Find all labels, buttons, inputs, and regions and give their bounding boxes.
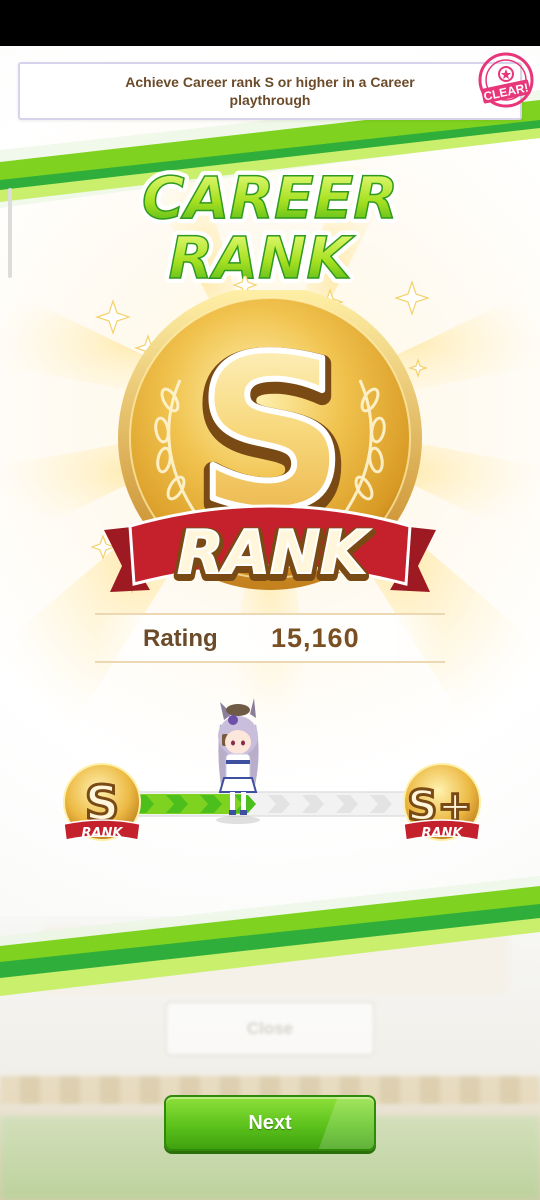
rating-value: 15,160 — [271, 623, 360, 653]
bottom-stripes — [0, 876, 540, 996]
status-bar — [0, 0, 540, 46]
rating-row: Rating 15,160 — [95, 613, 445, 663]
next-rank-label: RANK — [421, 826, 463, 841]
mission-banner: Achieve Career rank S or higher in a Car… — [18, 62, 522, 120]
clear-stamp-icon: CLEAR! — [478, 52, 534, 108]
progress-chevrons — [132, 795, 426, 813]
current-rank-badge: S RANK — [63, 763, 141, 841]
next-button[interactable]: Next — [164, 1095, 376, 1151]
scroll-indicator — [8, 188, 12, 278]
rating-label: Rating — [143, 625, 218, 652]
s-rank-medal: S S RANK RANK — [104, 290, 436, 596]
ribbon-label: RANK — [177, 518, 371, 588]
rank-progress: S RANK S+ RANK — [63, 698, 481, 841]
next-rank-badge: S+ RANK — [403, 763, 481, 841]
career-rank-title: CAREER CAREER RANK RANK — [137, 159, 403, 288]
result-screen: Close Achieve Career rank S or higher in… — [0, 46, 540, 1200]
title-line1: CAREER — [142, 164, 398, 232]
rank-ribbon: RANK RANK — [104, 504, 436, 596]
background-close-button: Close — [165, 1001, 375, 1056]
mission-text: Achieve Career rank S or higher in a Car… — [125, 74, 415, 108]
next-button-label: Next — [248, 1111, 292, 1134]
current-rank-label: RANK — [81, 826, 123, 841]
